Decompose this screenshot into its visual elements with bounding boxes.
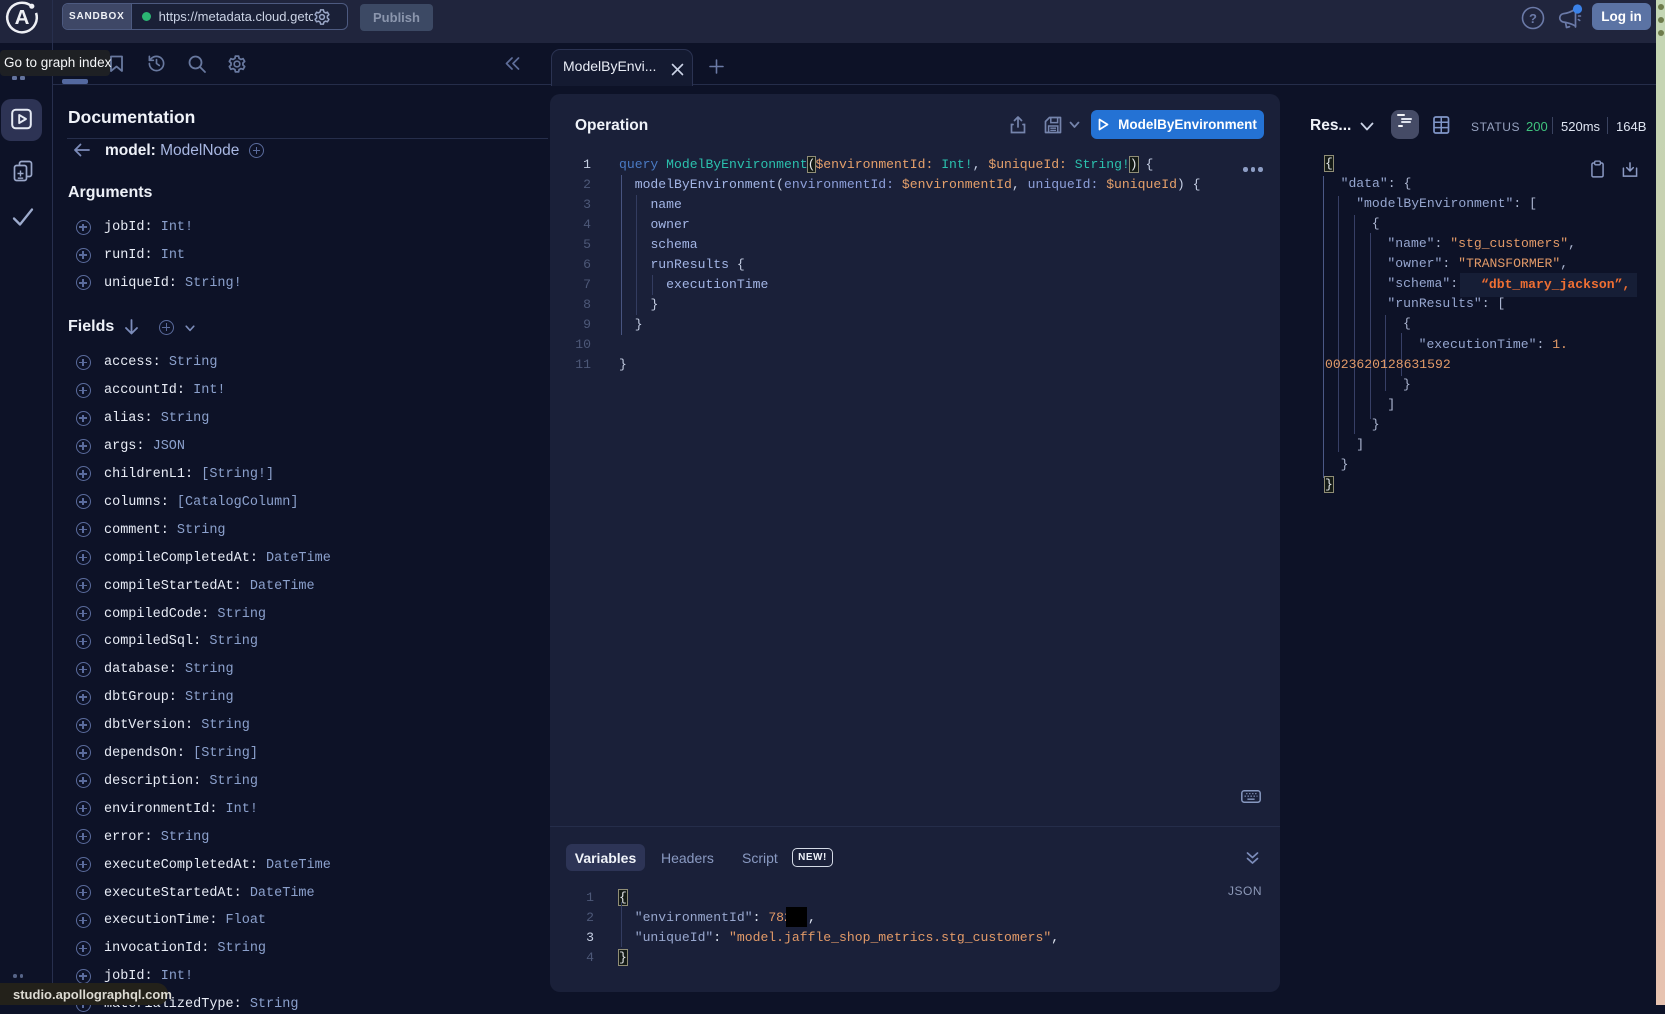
svg-text:A: A [15,6,30,29]
svg-text:?: ? [1529,11,1537,26]
